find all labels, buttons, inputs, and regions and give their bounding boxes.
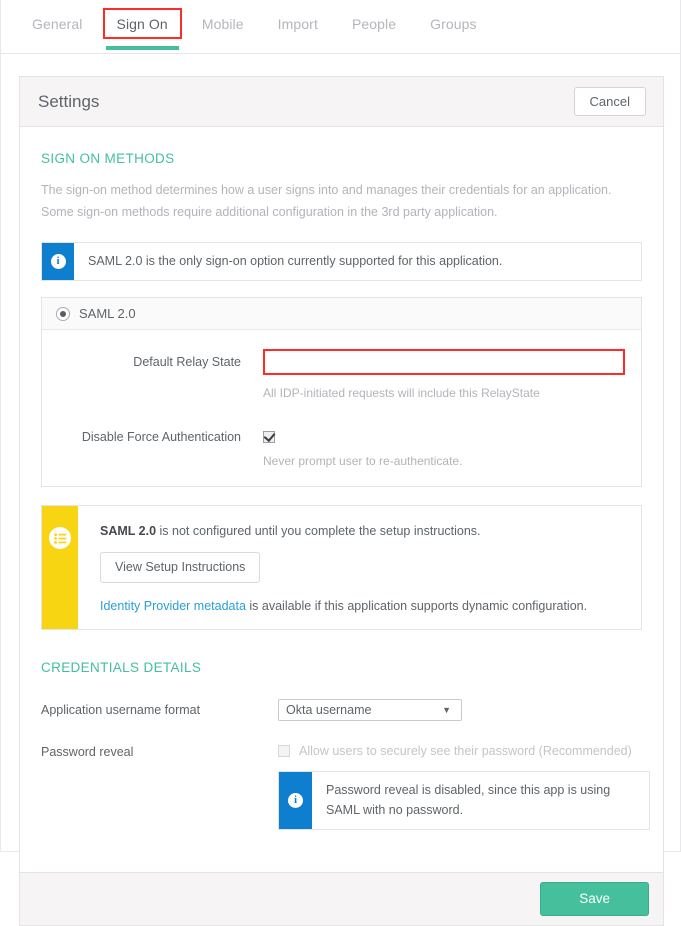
password-reveal-checkbox-line: Allow users to securely see their passwo… — [278, 741, 650, 758]
tab-active-underline — [106, 46, 179, 50]
tab-groups-label: Groups — [430, 16, 477, 32]
default-relay-state-hint: All IDP-initiated requests will include … — [263, 386, 625, 400]
saml-only-info-callout: i SAML 2.0 is the only sign-on option cu… — [41, 242, 642, 281]
saml-radio-row[interactable]: SAML 2.0 — [42, 298, 641, 330]
tab-mobile-label: Mobile — [202, 16, 244, 32]
chevron-down-icon: ▼ — [442, 705, 451, 715]
tab-people-label: People — [352, 16, 396, 32]
disable-force-auth-hint: Never prompt user to re-authenticate. — [263, 454, 625, 468]
warning-icon-bar — [42, 506, 78, 629]
disable-force-auth-row: Disable Force Authentication Never promp… — [42, 424, 641, 468]
tab-mobile[interactable]: Mobile — [185, 0, 261, 49]
page-title: Settings — [38, 92, 99, 112]
password-reveal-row: Password reveal Allow users to securely … — [41, 741, 642, 834]
app-page: General Sign On Mobile Import People Gro… — [0, 0, 681, 852]
tab-sign-on[interactable]: Sign On — [100, 0, 185, 49]
view-setup-instructions-button[interactable]: View Setup Instructions — [100, 552, 260, 583]
setup-instructions-callout: SAML 2.0 is not configured until you com… — [41, 505, 642, 630]
application-username-format-row: Application username format Okta usernam… — [41, 699, 642, 721]
default-relay-state-row: Default Relay State All IDP-initiated re… — [42, 349, 641, 420]
info-icon-bar: i — [42, 243, 74, 280]
password-reveal-info-text: Password reveal is disabled, since this … — [312, 772, 649, 829]
tab-people[interactable]: People — [335, 0, 413, 49]
tab-general[interactable]: General — [15, 0, 100, 49]
default-relay-state-control: All IDP-initiated requests will include … — [263, 349, 625, 420]
application-username-format-value: Okta username — [286, 703, 371, 717]
section-title-sign-on-methods: SIGN ON METHODS — [41, 151, 642, 166]
panel-footer: Save — [20, 872, 663, 925]
setup-instructions-message: SAML 2.0 is not configured until you com… — [100, 524, 625, 538]
saml-only-info-text: SAML 2.0 is the only sign-on option curr… — [74, 243, 641, 280]
tab-import[interactable]: Import — [261, 0, 335, 49]
cancel-button[interactable]: Cancel — [574, 87, 646, 116]
password-reveal-control: Allow users to securely see their passwo… — [278, 741, 650, 834]
setup-instructions-strong: SAML 2.0 — [100, 524, 156, 538]
disable-force-auth-control: Never prompt user to re-authenticate. — [263, 424, 625, 468]
info-icon: i — [51, 254, 66, 269]
save-button[interactable]: Save — [540, 882, 649, 916]
tab-import-label: Import — [278, 16, 318, 32]
idp-metadata-rest: is available if this application support… — [246, 599, 587, 613]
password-reveal-info-callout: i Password reveal is disabled, since thi… — [278, 771, 650, 830]
password-reveal-checkbox[interactable] — [278, 745, 290, 757]
tab-sign-on-label: Sign On — [117, 16, 168, 32]
sign-on-intro-text: The sign-on method determines how a user… — [41, 180, 642, 224]
section-title-credentials-details: CREDENTIALS DETAILS — [41, 660, 642, 675]
info-icon: i — [288, 793, 303, 808]
setup-instructions-content: SAML 2.0 is not configured until you com… — [78, 506, 641, 629]
saml-settings-body: Default Relay State All IDP-initiated re… — [42, 330, 641, 486]
default-relay-state-label: Default Relay State — [58, 349, 263, 369]
disable-force-auth-label: Disable Force Authentication — [58, 424, 263, 444]
tab-bar: General Sign On Mobile Import People Gro… — [1, 0, 680, 54]
panel-header: Settings Cancel — [20, 77, 663, 127]
list-icon — [49, 527, 71, 549]
application-username-format-label: Application username format — [41, 699, 278, 717]
disable-force-auth-checkbox[interactable] — [263, 431, 275, 443]
saml-radio-label: SAML 2.0 — [79, 306, 136, 321]
panel-body: SIGN ON METHODS The sign-on method deter… — [20, 127, 663, 872]
saml-method-box: SAML 2.0 Default Relay State All IDP-ini… — [41, 297, 642, 487]
settings-panel: Settings Cancel SIGN ON METHODS The sign… — [19, 76, 664, 926]
application-username-format-select[interactable]: Okta username ▼ — [278, 699, 462, 721]
tab-groups[interactable]: Groups — [413, 0, 494, 49]
saml-radio-button[interactable] — [56, 307, 70, 321]
application-username-format-control: Okta username ▼ — [278, 699, 642, 721]
identity-provider-metadata-link[interactable]: Identity Provider metadata — [100, 599, 246, 613]
password-reveal-label: Password reveal — [41, 741, 278, 759]
default-relay-state-input[interactable] — [263, 349, 625, 375]
tab-general-label: General — [32, 16, 83, 32]
setup-instructions-rest: is not configured until you complete the… — [156, 524, 481, 538]
password-reveal-checkbox-label: Allow users to securely see their passwo… — [299, 744, 632, 758]
idp-metadata-message: Identity Provider metadata is available … — [100, 599, 625, 613]
password-info-icon-bar: i — [279, 772, 312, 829]
